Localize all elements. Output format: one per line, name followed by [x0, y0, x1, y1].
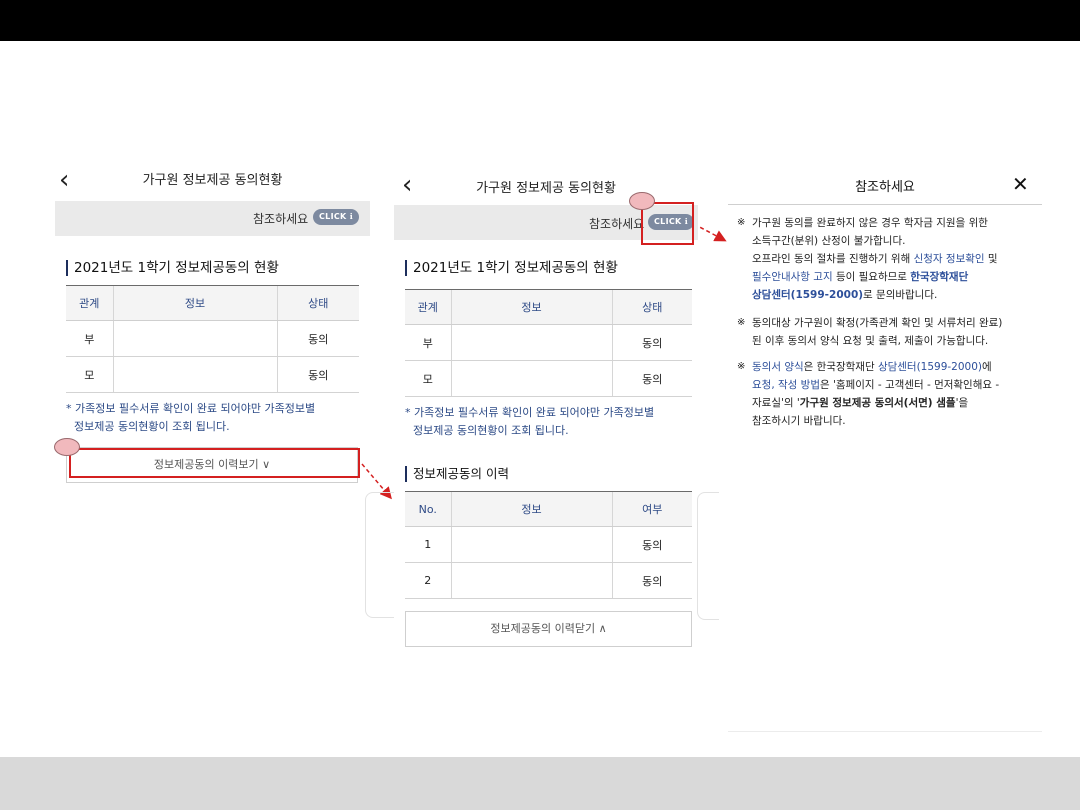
popup-header-divider: [728, 204, 1042, 205]
info-cell: [450, 324, 612, 361]
popup-title: 참조하세요: [855, 180, 915, 195]
notice-text: 참조하세요: [589, 217, 645, 231]
reference-mark-icon: ※: [737, 217, 746, 228]
table-header-row: No. 정보 여부: [405, 491, 692, 527]
close-history-button[interactable]: 정보제공동의 이력닫기 ∧: [405, 611, 692, 647]
notice-line: 참조하시기 바랍니다.: [752, 415, 846, 427]
consent-history-table: No. 정보 여부 1 동의 2 동의: [405, 491, 692, 599]
column-header: 정보: [450, 289, 612, 325]
notice-line: 동의대상 가구원이 확정(가족관계 확인 및 서류처리 완료): [752, 317, 1003, 329]
relation-cell: 부: [405, 324, 451, 361]
column-header: No.: [405, 491, 451, 527]
notice-line: 자료실'의 '가구원 정보제공 동의서(서면) 샘플'을: [752, 397, 969, 409]
info-cell: [450, 526, 612, 563]
column-header: 상태: [611, 289, 692, 325]
notice-line: 요청, 작성 방법은 '홈페이지 - 고객센터 - 먼저확인해요 -: [752, 379, 1000, 391]
footnote: * 가족정보 필수서류 확인이 완료 되어야만 가족정보별 정보제공 동의현황이…: [405, 404, 654, 440]
number-cell: 2: [405, 562, 451, 599]
panel-edge: [365, 492, 395, 618]
notice-line: 소득구간(분위) 산정이 불가합니다.: [752, 235, 906, 247]
info-cell: [450, 360, 612, 397]
table-row: 모 동의: [405, 360, 692, 397]
table-row: 2 동의: [405, 562, 692, 599]
status-cell: 동의: [611, 360, 692, 397]
close-icon[interactable]: ✕: [1012, 174, 1029, 194]
consent-cell: 동의: [611, 526, 692, 563]
notice-line: 필수안내사항 고지 등이 필요하므로 한국장학재단: [752, 271, 969, 283]
footnote-line: 정보제공 동의현황이 조회 됩니다.: [413, 424, 569, 437]
column-header: 정보: [450, 491, 612, 527]
column-header: 관계: [405, 289, 451, 325]
reference-popup: 참조하세요 ✕ ※ 가구원 동의를 완료하지 않은 경우 학자금 지원을 위한 …: [728, 168, 1042, 733]
reference-mark-icon: ※: [737, 361, 746, 372]
notice-item: ※ 동의대상 가구원이 확정(가족관계 확인 및 서류처리 완료) 된 이후 동…: [737, 314, 1037, 350]
step-marker: [629, 192, 655, 210]
notice-line: 상담센터(1599-2000)로 문의바랍니다.: [752, 289, 938, 301]
table-row: 부 동의: [405, 324, 692, 361]
notice-line: 동의서 양식은 한국장학재단 상담센터(1599-2000)에: [752, 361, 992, 373]
relation-cell: 모: [405, 360, 451, 397]
status-cell: 동의: [611, 324, 692, 361]
notice-line: 오프라인 동의 절차를 진행하기 위해 신청자 정보확인 및: [752, 253, 998, 265]
notice-item: ※ 가구원 동의를 완료하지 않은 경우 학자금 지원을 위한 소득구간(분위)…: [737, 214, 1037, 304]
history-section-title: 정보제공동의 이력: [405, 466, 509, 482]
bottom-gray-bar: [0, 757, 1080, 810]
info-cell: [450, 562, 612, 599]
column-header: 여부: [611, 491, 692, 527]
reference-mark-icon: ※: [737, 317, 746, 328]
number-cell: 1: [405, 526, 451, 563]
consent-cell: 동의: [611, 562, 692, 599]
panel-edge: [697, 492, 719, 620]
table-row: 1 동의: [405, 526, 692, 563]
section-title: 2021년도 1학기 정보제공동의 현황: [405, 260, 618, 276]
table-header-row: 관계 정보 상태: [405, 289, 692, 325]
consent-status-table: 관계 정보 상태 부 동의 모 동의: [405, 289, 692, 397]
arrow-to-popup: [693, 223, 727, 242]
notice-item: ※ 동의서 양식은 한국장학재단 상담센터(1599-2000)에 요청, 작성…: [737, 358, 1037, 430]
notice-line: 가구원 동의를 완료하지 않은 경우 학자금 지원을 위한: [752, 217, 988, 229]
footnote-line: * 가족정보 필수서류 확인이 완료 되어야만 가족정보별: [405, 406, 655, 419]
screen-title: 가구원 정보제공 동의현황: [476, 181, 616, 196]
popup-bottom-divider: [728, 731, 1042, 732]
notice-line: 된 이후 동의서 양식 요청 및 출력, 제출이 가능합니다.: [752, 335, 989, 347]
